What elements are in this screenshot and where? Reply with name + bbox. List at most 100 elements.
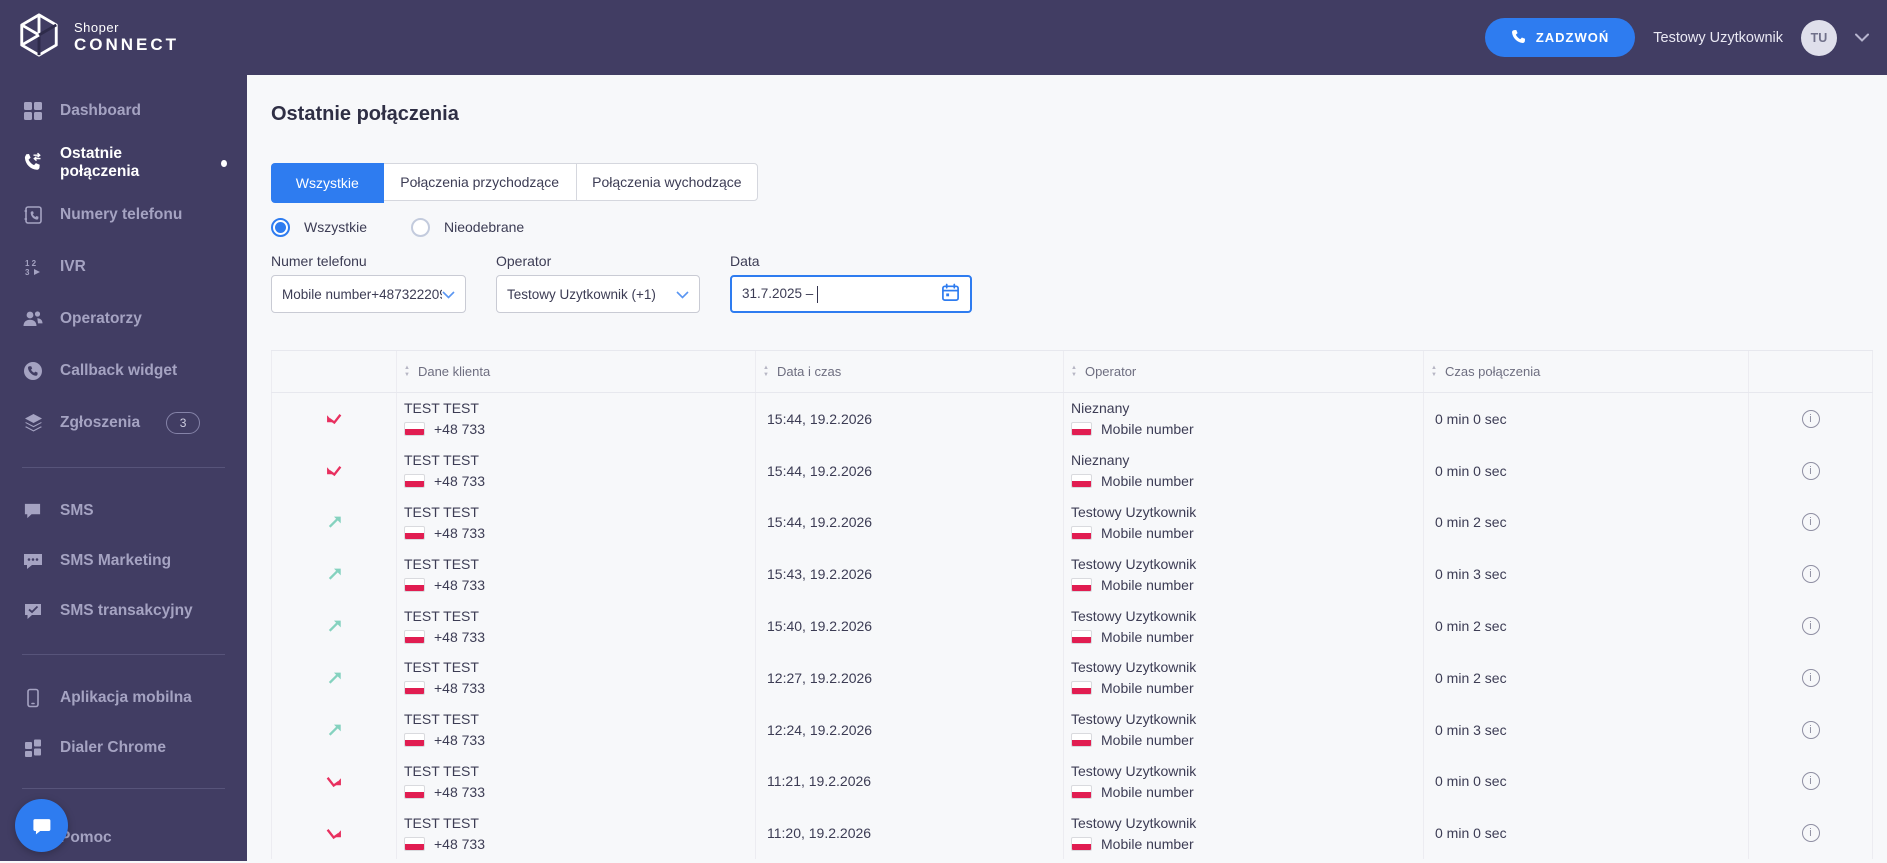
column-header-data-i-czas[interactable]: ▲▼ Data i czas <box>756 351 1064 392</box>
sidebar-item-label: Numery telefonu <box>60 206 182 224</box>
operator-select[interactable]: Testowy Uzytkownik (+1) <box>496 275 700 313</box>
sidebar-item-ivr[interactable]: 1 23 IVR <box>0 241 247 293</box>
column-header-czas-polaczenia[interactable]: ▲▼ Czas połączenia <box>1424 351 1749 392</box>
customer-cell: TEST TEST +48 733 <box>397 497 756 549</box>
table-row[interactable]: TEST TEST +48 733 12:27, 19.2.2026 Testo… <box>271 652 1873 704</box>
call-direction-icon <box>271 652 397 704</box>
info-icon[interactable]: i <box>1802 772 1820 790</box>
datetime-cell: 11:21, 19.2.2026 <box>756 756 1064 808</box>
table-row[interactable]: TEST TEST +48 733 15:40, 19.2.2026 Testo… <box>271 600 1873 652</box>
sidebar-item-sms-transakcyjny[interactable]: SMS transakcyjny <box>0 586 247 636</box>
table-row[interactable]: TEST TEST +48 733 15:44, 19.2.2026 Niezn… <box>271 445 1873 497</box>
poland-flag-icon <box>404 837 425 851</box>
dashboard-icon <box>22 100 44 122</box>
chevron-down-icon[interactable] <box>1855 29 1869 47</box>
duration-cell: 0 min 2 sec <box>1424 497 1749 549</box>
call-button[interactable]: ZADZWOŃ <box>1485 18 1635 57</box>
info-icon[interactable]: i <box>1802 513 1820 531</box>
calls-table: ▲▼ Dane klienta ▲▼ Data i czas ▲▼ Operat… <box>271 350 1873 863</box>
info-icon[interactable]: i <box>1802 824 1820 842</box>
radio-wszystkie[interactable]: Wszystkie <box>271 218 367 237</box>
info-icon[interactable]: i <box>1802 721 1820 739</box>
filter-date: Data 31.7.2025 – <box>730 253 972 313</box>
operators-icon <box>22 308 44 330</box>
tab-wszystkie[interactable]: Wszystkie <box>271 163 384 203</box>
sidebar-item-callback-widget[interactable]: Callback widget <box>0 345 247 397</box>
phone-numbers-icon <box>22 204 44 226</box>
duration-cell: 0 min 0 sec <box>1424 807 1749 859</box>
info-icon[interactable]: i <box>1802 410 1820 428</box>
table-row[interactable]: TEST TEST +48 733 12:24, 19.2.2026 Testo… <box>271 704 1873 756</box>
user-name: Testowy Uzytkownik <box>1653 30 1783 46</box>
mobile-app-icon <box>22 687 44 709</box>
chat-widget-button[interactable] <box>15 799 68 852</box>
info-icon[interactable]: i <box>1802 565 1820 583</box>
avatar[interactable]: TU <box>1801 20 1837 56</box>
actions-cell: i <box>1749 393 1873 445</box>
text-cursor <box>817 286 818 303</box>
operator-number-type: Mobile number <box>1101 629 1194 645</box>
customer-cell: TEST TEST +48 733 <box>397 600 756 652</box>
duration-cell: 0 min 3 sec <box>1424 704 1749 756</box>
info-icon[interactable]: i <box>1802 462 1820 480</box>
customer-name: TEST TEST <box>404 504 755 520</box>
sidebar-item-numery-telefonu[interactable]: Numery telefonu <box>0 189 247 241</box>
info-icon[interactable]: i <box>1802 669 1820 687</box>
customer-cell: TEST TEST +48 733 <box>397 445 756 497</box>
radio-icon[interactable] <box>271 218 290 237</box>
sidebar-item-dashboard[interactable]: Dashboard <box>0 85 247 137</box>
duration-cell: 0 min 0 sec <box>1424 445 1749 497</box>
customer-cell: TEST TEST +48 733 <box>397 393 756 445</box>
table-body: TEST TEST +48 733 15:44, 19.2.2026 Niezn… <box>271 393 1873 859</box>
customer-phone: +48 733 <box>434 732 485 748</box>
sidebar-item-ostatnie-po-czenia[interactable]: Ostatnie połączenia <box>0 137 247 189</box>
operator-number-type: Mobile number <box>1101 525 1194 541</box>
chevron-down-icon <box>442 287 455 302</box>
filters-row: Numer telefonu Mobile number+48732220980… <box>271 253 1873 313</box>
call-direction-icon <box>271 807 397 859</box>
call-direction-icon <box>271 704 397 756</box>
sort-icon[interactable]: ▲▼ <box>1071 366 1077 378</box>
call-direction-icon <box>271 497 397 549</box>
sort-icon[interactable]: ▲▼ <box>1431 366 1437 378</box>
column-header-operator[interactable]: ▲▼ Operator <box>1064 351 1424 392</box>
active-item-dot <box>221 160 227 167</box>
poland-flag-icon <box>404 630 425 644</box>
sidebar-item-operatorzy[interactable]: Operatorzy <box>0 293 247 345</box>
sidebar-item-dialer-chrome[interactable]: Dialer Chrome <box>0 723 247 773</box>
operator-number-type: Mobile number <box>1101 421 1194 437</box>
info-icon[interactable]: i <box>1802 617 1820 635</box>
app-logo: Shoper CONNECT <box>0 12 247 63</box>
sort-icon[interactable]: ▲▼ <box>404 366 410 378</box>
table-row[interactable]: TEST TEST +48 733 15:43, 19.2.2026 Testo… <box>271 548 1873 600</box>
tab-po-czenia-wychodz-ce[interactable]: Połączenia wychodzące <box>577 164 757 200</box>
top-bar: Shoper CONNECT ZADZWOŃ Testowy Uzytkowni… <box>0 0 1887 75</box>
sidebar-item-sms[interactable]: SMS <box>0 486 247 536</box>
poland-flag-icon <box>1071 681 1092 695</box>
sort-icon[interactable]: ▲▼ <box>763 366 769 378</box>
calendar-icon[interactable] <box>941 283 960 305</box>
radio-icon[interactable] <box>411 218 430 237</box>
radio-nieodebrane[interactable]: Nieodebrane <box>411 218 524 237</box>
brand-name-bottom: CONNECT <box>74 35 179 55</box>
tab-po-czenia-przychodz-ce[interactable]: Połączenia przychodzące <box>384 164 577 200</box>
sidebar-item-zg-oszenia[interactable]: Zgłoszenia 3 <box>0 397 247 449</box>
filter-operator: Operator Testowy Uzytkownik (+1) <box>496 253 700 313</box>
date-range-input[interactable]: 31.7.2025 – <box>730 275 972 313</box>
table-row[interactable]: TEST TEST +48 733 11:20, 19.2.2026 Testo… <box>271 807 1873 859</box>
sidebar-item-sms-marketing[interactable]: SMS Marketing <box>0 536 247 586</box>
column-header-dane-klienta[interactable]: ▲▼ Dane klienta <box>397 351 756 392</box>
datetime-cell: 15:43, 19.2.2026 <box>756 548 1064 600</box>
operator-name: Testowy Uzytkownik <box>1071 815 1423 831</box>
table-row[interactable]: TEST TEST +48 733 11:21, 19.2.2026 Testo… <box>271 756 1873 808</box>
duration-cell: 0 min 2 sec <box>1424 652 1749 704</box>
layers-icon <box>22 412 44 434</box>
table-row[interactable]: TEST TEST +48 733 15:44, 19.2.2026 Testo… <box>271 497 1873 549</box>
actions-cell: i <box>1749 548 1873 600</box>
customer-name: TEST TEST <box>404 763 755 779</box>
operator-name: Testowy Uzytkownik <box>1071 763 1423 779</box>
call-direction-icon <box>271 600 397 652</box>
phone-number-select[interactable]: Mobile number+48732220980 (+ <box>271 275 466 313</box>
sidebar-item-aplikacja-mobilna[interactable]: Aplikacja mobilna <box>0 673 247 723</box>
table-row[interactable]: TEST TEST +48 733 15:44, 19.2.2026 Niezn… <box>271 393 1873 445</box>
